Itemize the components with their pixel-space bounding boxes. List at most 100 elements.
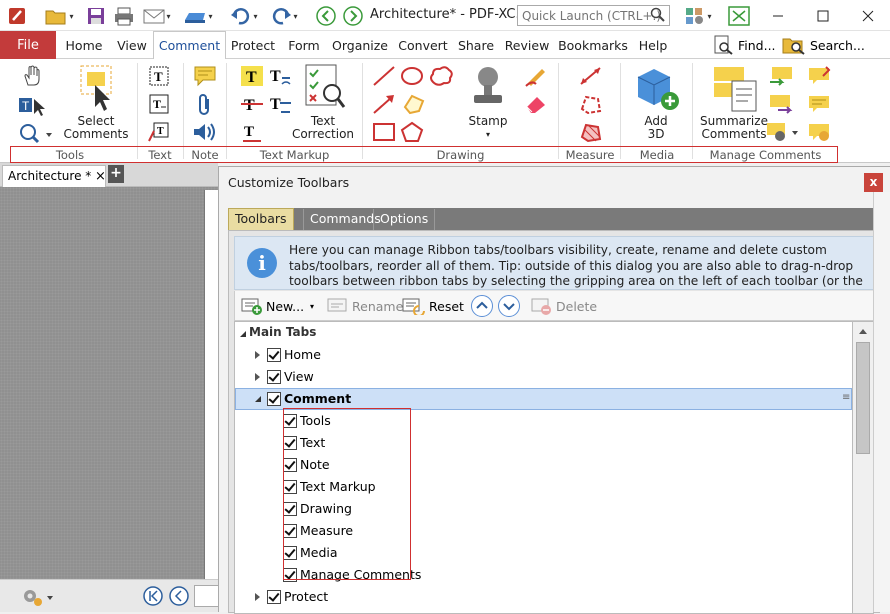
insert-text-icon[interactable]: T [240, 121, 264, 146]
add-3d-button[interactable]: Add 3D [628, 63, 684, 141]
line-icon[interactable] [372, 65, 396, 90]
callout-icon[interactable]: T [148, 121, 170, 146]
move-down-button[interactable] [498, 295, 520, 317]
back-icon[interactable] [314, 4, 338, 28]
highlight-text-icon[interactable]: T [240, 65, 264, 90]
maximize-button[interactable] [805, 4, 841, 28]
move-up-button[interactable] [471, 295, 493, 317]
checkbox[interactable] [267, 590, 281, 604]
textbox-icon[interactable]: T [148, 93, 170, 118]
sound-icon[interactable] [192, 121, 218, 146]
grip-icon[interactable]: ≡ [842, 392, 850, 403]
sticky-note-icon[interactable] [193, 65, 217, 90]
typewriter-icon[interactable]: T [148, 65, 170, 90]
hand-icon[interactable] [22, 65, 42, 90]
distance-icon[interactable] [578, 65, 604, 90]
expand-icon[interactable] [255, 351, 260, 359]
document-scrollbar[interactable] [873, 192, 890, 612]
tree-item-comment[interactable]: Comment ≡ [235, 388, 852, 410]
tab-home[interactable]: Home [61, 31, 107, 59]
tab-convert[interactable]: Convert [397, 31, 449, 59]
document-tab[interactable]: Architecture * × [2, 165, 106, 187]
close-window-button[interactable] [850, 4, 886, 28]
arrow-icon[interactable] [372, 93, 396, 118]
tab-toolbars[interactable]: Toolbars [228, 208, 294, 230]
tab-bookmarks[interactable]: Bookmarks [558, 31, 628, 59]
checkbox[interactable] [267, 370, 281, 384]
checkbox[interactable] [267, 348, 281, 362]
collapse-icon[interactable] [240, 331, 246, 337]
tab-share[interactable]: Share [457, 31, 495, 59]
tab-organize[interactable]: Organize [332, 31, 388, 59]
eraser-icon[interactable] [524, 93, 548, 118]
new-button[interactable]: New... ▾ [241, 296, 314, 316]
redo-icon[interactable]: ▾ [266, 4, 302, 28]
quick-launch-input[interactable] [517, 5, 670, 26]
tab-protect[interactable]: Protect [229, 31, 277, 59]
email-icon[interactable]: ▾ [140, 4, 174, 28]
tree-item-view[interactable]: View [235, 366, 852, 388]
perimeter-icon[interactable] [578, 93, 604, 118]
first-page-icon[interactable] [142, 585, 164, 610]
area-icon[interactable] [578, 121, 604, 146]
add-tab-button[interactable]: + [108, 165, 124, 183]
tree-root[interactable]: Main Tabs [235, 322, 852, 344]
tab-options[interactable]: Options [373, 209, 436, 230]
tab-review[interactable]: Review [503, 31, 551, 59]
summarize-comments-button[interactable]: Summarize Comments [700, 63, 768, 141]
tree-scrollbar[interactable] [852, 321, 874, 614]
search-icon[interactable] [650, 7, 666, 26]
strikeout-icon[interactable]: T [240, 93, 264, 118]
rename-button[interactable]: Rename [327, 296, 403, 316]
reset-button[interactable]: Reset [402, 296, 464, 316]
rectangle-icon[interactable] [372, 121, 396, 146]
tab-help[interactable]: Help [635, 31, 671, 59]
forward-icon[interactable] [341, 4, 365, 28]
flatten-comments-icon[interactable] [806, 121, 832, 146]
show-comments-icon[interactable] [806, 65, 832, 90]
delete-button[interactable]: Delete [531, 296, 597, 316]
export-comments-icon[interactable] [768, 93, 794, 118]
open-icon[interactable]: ▾ [42, 4, 76, 28]
zoom-icon[interactable] [18, 123, 54, 148]
oval-icon[interactable] [400, 65, 424, 90]
tab-form[interactable]: Form [284, 31, 324, 59]
tab-view[interactable]: View [113, 31, 151, 59]
scrollbar-thumb[interactable] [856, 342, 870, 454]
collapse-icon[interactable] [255, 396, 261, 402]
underline-text-icon[interactable]: T [268, 65, 292, 90]
options-icon[interactable]: ▾ [678, 4, 718, 28]
tree-item-home[interactable]: Home [235, 344, 852, 366]
attachment-icon[interactable] [196, 93, 214, 120]
replace-text-icon[interactable]: T [268, 93, 292, 118]
expand-icon[interactable] [255, 373, 260, 381]
page-number-input[interactable] [194, 585, 218, 607]
dialog-close-button[interactable]: x [864, 173, 883, 192]
undo-icon[interactable]: ▾ [226, 4, 262, 28]
find-button[interactable]: Find... [712, 34, 776, 56]
cloud-icon[interactable] [428, 65, 454, 90]
select-text-icon[interactable]: T [18, 95, 46, 120]
scan-icon[interactable]: ▾ [180, 4, 216, 28]
polygon-icon[interactable] [402, 93, 426, 118]
tree-item-protect[interactable]: Protect [235, 586, 852, 608]
comment-styles-icon[interactable] [765, 121, 801, 146]
checkbox[interactable] [267, 392, 281, 406]
fullscreen-icon[interactable] [727, 4, 751, 28]
minimize-button[interactable] [760, 4, 796, 28]
expand-icon[interactable] [255, 593, 260, 601]
gear-icon[interactable] [20, 586, 54, 611]
text-correction-button[interactable]: Text Correction [292, 63, 354, 141]
pentagon-icon[interactable] [400, 121, 424, 146]
previous-page-icon[interactable] [168, 585, 190, 610]
close-icon[interactable]: × [95, 169, 106, 184]
select-comments-button[interactable]: Select Comments [62, 63, 130, 141]
comments-list-icon[interactable] [806, 93, 832, 118]
search-button[interactable]: Search... [782, 34, 865, 56]
import-comments-icon[interactable] [768, 65, 794, 90]
print-icon[interactable] [112, 4, 136, 28]
stamp-button[interactable]: Stamp ▾ [462, 63, 514, 141]
save-icon[interactable] [84, 4, 108, 28]
pencil-icon[interactable] [524, 65, 548, 90]
tab-file[interactable]: File [0, 31, 56, 59]
